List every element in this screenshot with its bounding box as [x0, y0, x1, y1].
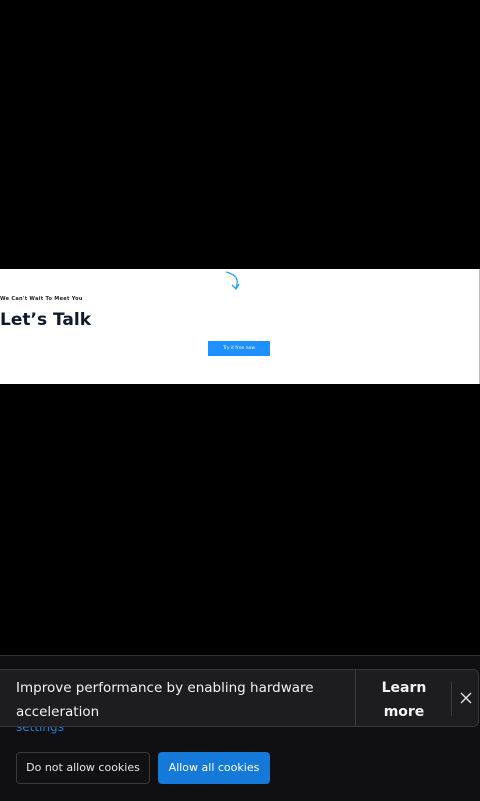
deny-cookies-button[interactable]: Do not allow cookies: [16, 752, 150, 784]
banner-tagline: We Can't Wait To Meet You: [0, 296, 83, 302]
banner-headline: Let’s Talk: [0, 310, 91, 330]
allow-cookies-button[interactable]: Allow all cookies: [158, 752, 270, 784]
hardware-acceleration-toast: Improve performance by enabling hardware…: [0, 669, 479, 727]
curved-arrow-icon: [225, 271, 240, 291]
try-free-button[interactable]: Try it free now: [208, 341, 270, 356]
learn-more-button[interactable]: Learn more: [364, 676, 444, 724]
toast-divider: [355, 670, 356, 727]
toast-divider-close: [451, 682, 452, 716]
toast-message: Improve performance by enabling hardware…: [16, 680, 314, 720]
close-icon[interactable]: [458, 690, 474, 706]
